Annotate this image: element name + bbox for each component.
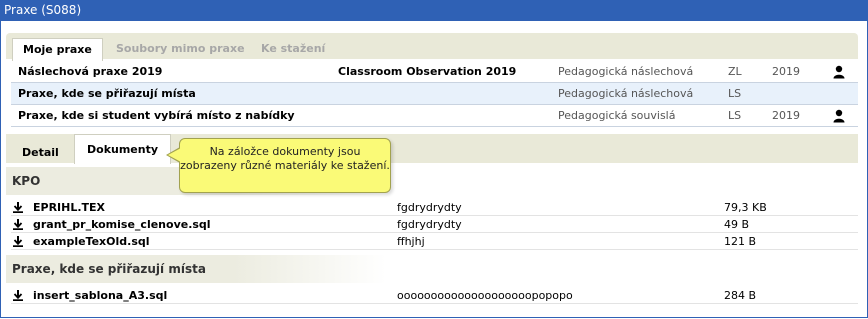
window-title: Praxe (S088) bbox=[0, 0, 868, 21]
practice-year: 2019 bbox=[772, 109, 800, 122]
file-description: ffhjhj bbox=[397, 235, 425, 248]
practice-semester: LS bbox=[728, 87, 742, 100]
practice-type: Pedagogická náslechová bbox=[558, 65, 694, 78]
file-size: 121 B bbox=[724, 235, 757, 248]
file-row[interactable]: exampleTexOld.sql ffhjhj 121 B bbox=[11, 233, 858, 250]
tab-dokumenty[interactable]: Dokumenty bbox=[74, 134, 172, 164]
tab-ke-stazeni[interactable]: Ke stažení bbox=[261, 38, 325, 59]
tab-soubory-mimo-praxe[interactable]: Soubory mimo praxe bbox=[116, 38, 245, 59]
practice-name: Náslechová praxe 2019 bbox=[18, 65, 163, 78]
file-row[interactable]: EPRIHL.TEX fgdrydrydty 79,3 KB bbox=[11, 199, 858, 216]
document-group-header: Praxe, kde se přiřazují místa bbox=[6, 255, 386, 283]
file-size: 49 B bbox=[724, 218, 750, 231]
detail-tab-bar: Detail Dokumenty bbox=[6, 134, 858, 164]
file-name[interactable]: grant_pr_komise_clenove.sql bbox=[33, 216, 211, 233]
download-icon[interactable] bbox=[13, 236, 23, 247]
practice-row[interactable]: Praxe, kde si student vybírá místo z nab… bbox=[11, 105, 858, 127]
practice-semester: ZL bbox=[728, 65, 742, 78]
file-name[interactable]: insert_sablona_A3.sql bbox=[33, 287, 167, 304]
help-tooltip: Na záložce dokumenty jsou zobrazeny různ… bbox=[166, 138, 391, 193]
tooltip-text: Na záložce dokumenty jsou zobrazeny různ… bbox=[180, 145, 390, 172]
file-row[interactable]: insert_sablona_A3.sql oooooooooooooooooo… bbox=[11, 287, 858, 304]
practice-year: 2019 bbox=[772, 65, 800, 78]
practice-row[interactable]: Praxe, kde se přiřazují místa Pedagogick… bbox=[11, 83, 858, 105]
practice-type: Pedagogická náslechová bbox=[558, 87, 694, 100]
practice-type: Pedagogická souvislá bbox=[558, 109, 676, 122]
practice-name: Praxe, kde se přiřazují místa bbox=[18, 87, 196, 100]
tab-detail[interactable]: Detail bbox=[22, 142, 59, 163]
file-name[interactable]: EPRIHL.TEX bbox=[33, 199, 105, 216]
download-icon[interactable] bbox=[13, 219, 23, 230]
tooltip-arrow-fill bbox=[168, 148, 181, 162]
file-row[interactable]: grant_pr_komise_clenove.sql fgdrydrydty … bbox=[11, 216, 858, 233]
file-description: oooooooooooooooooooopopopo bbox=[397, 289, 573, 302]
file-name[interactable]: exampleTexOld.sql bbox=[33, 233, 150, 250]
practice-title: Classroom Observation 2019 bbox=[338, 65, 517, 78]
practice-name: Praxe, kde si student vybírá místo z nab… bbox=[18, 109, 295, 122]
file-description: fgdrydrydty bbox=[397, 218, 462, 231]
download-icon[interactable] bbox=[13, 290, 23, 301]
practice-row[interactable]: Náslechová praxe 2019 Classroom Observat… bbox=[11, 61, 858, 83]
person-icon[interactable] bbox=[833, 65, 845, 79]
person-icon[interactable] bbox=[833, 109, 845, 123]
tab-moje-praxe[interactable]: Moje praxe bbox=[12, 38, 103, 61]
file-description: fgdrydrydty bbox=[397, 201, 462, 214]
file-size: 79,3 KB bbox=[724, 201, 767, 214]
practice-panel: Moje praxe Soubory mimo praxe Ke stažení… bbox=[0, 21, 868, 318]
top-tab-bar: Moje praxe Soubory mimo praxe Ke stažení bbox=[6, 33, 858, 61]
practice-semester: LS bbox=[728, 109, 742, 122]
file-size: 284 B bbox=[724, 289, 757, 302]
download-icon[interactable] bbox=[13, 202, 23, 213]
